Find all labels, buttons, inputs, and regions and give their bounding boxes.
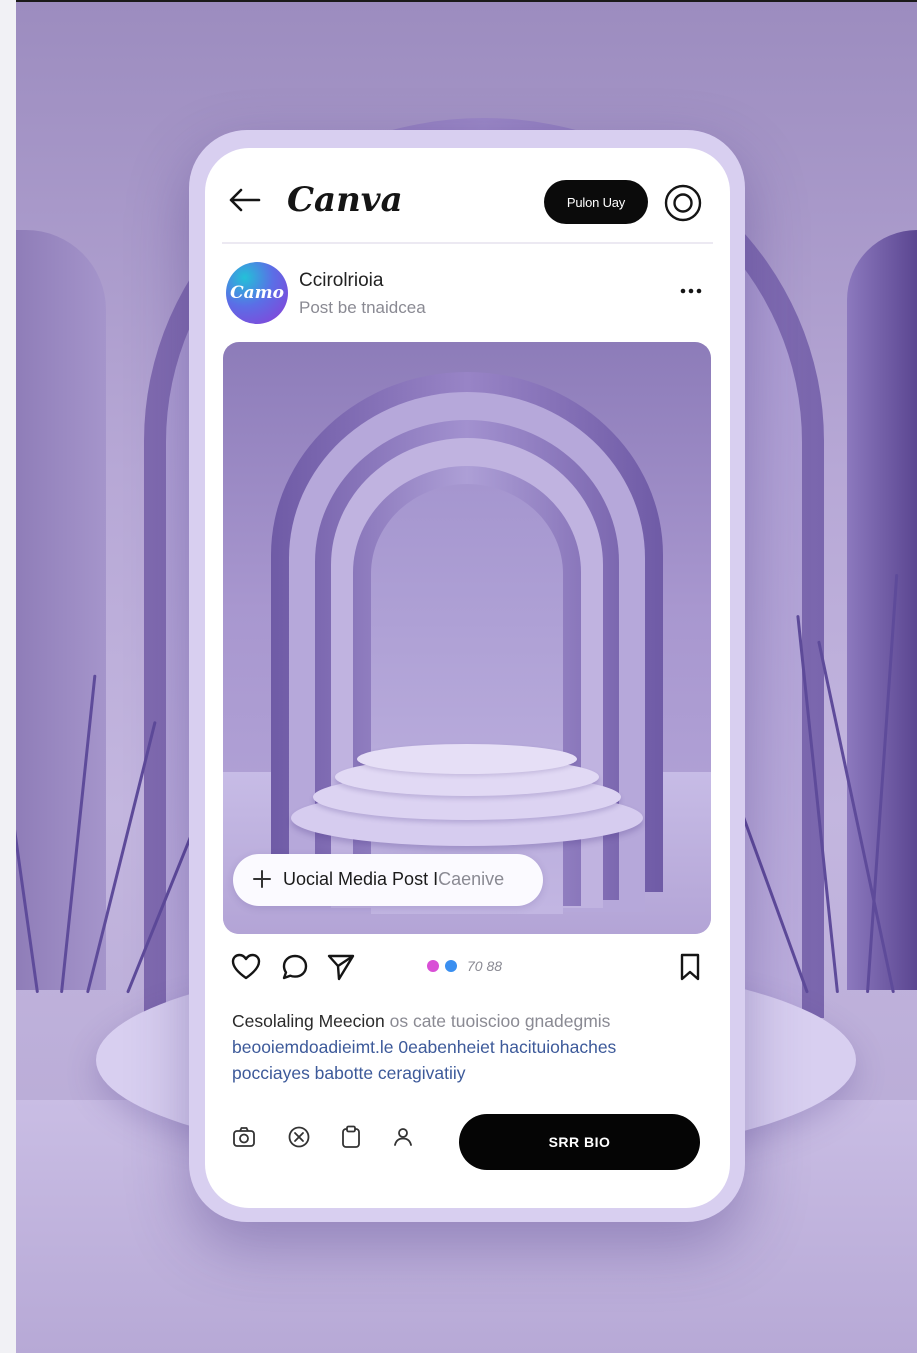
share-button[interactable]: SRR BIO	[459, 1114, 700, 1170]
top-edge-line	[16, 0, 917, 2]
header-divider	[222, 242, 713, 244]
clipboard-icon[interactable]	[338, 1124, 364, 1150]
post-image[interactable]	[223, 342, 711, 934]
app-header: Canva Pulon Uay	[205, 148, 730, 244]
send-icon[interactable]	[326, 952, 356, 982]
reaction-count: 70 88	[467, 958, 503, 974]
post-tag-label: Uocial Media Post ICaenive	[283, 869, 504, 890]
publish-button[interactable]: Pulon Uay	[544, 180, 648, 224]
caption-line-2: beooiemdoadieimt.le 0eabenheiet hacituio…	[232, 1037, 617, 1057]
post-tag-pill[interactable]: Uocial Media Post ICaenive	[233, 854, 543, 906]
account-name[interactable]: Ccirolrioia	[299, 270, 383, 292]
caption-line-1: Cesolaling Meecion os cate tuoiscioo gna…	[232, 1008, 702, 1034]
phone-screen: Canva Pulon Uay Camo Ccirolrioia Post be…	[205, 148, 730, 1208]
circle-x-icon[interactable]	[286, 1124, 312, 1150]
caption-line-1-main: Cesolaling Meecion	[232, 1011, 385, 1031]
left-edge-panel	[0, 0, 17, 1353]
backdrop-left-wall	[16, 230, 106, 990]
image-step	[357, 744, 577, 774]
app-logo: Canva	[287, 180, 403, 220]
circle-target-icon[interactable]	[663, 183, 703, 223]
more-dots-icon[interactable]	[679, 282, 703, 300]
post-tag-main: Uocial Media Post I	[283, 869, 439, 889]
avatar[interactable]: Camo	[226, 262, 288, 324]
backdrop-right-wall	[847, 230, 917, 990]
heart-icon[interactable]	[231, 952, 261, 982]
account-subtitle: Post be tnaidcea	[299, 298, 426, 317]
arrow-left-icon[interactable]	[227, 186, 263, 214]
caption-line-3: pocciayes babotte ceragivatiiy	[232, 1063, 466, 1083]
user-icon[interactable]	[390, 1124, 416, 1150]
reaction-dot-blue	[445, 960, 457, 972]
plus-icon	[253, 870, 271, 888]
post-caption: Cesolaling Meecion os cate tuoiscioo gna…	[232, 1008, 702, 1086]
post-actions: 70 88	[205, 946, 730, 990]
camera-icon[interactable]	[231, 1124, 257, 1150]
post-header: Camo Ccirolrioia Post be tnaidcea	[205, 256, 730, 332]
caption-line-1-light: os cate tuoiscioo gnadegmis	[389, 1011, 611, 1031]
image-arch-3-inner	[371, 484, 563, 914]
comment-bubble-icon[interactable]	[280, 952, 310, 982]
post-tag-sub: Caenive	[438, 869, 505, 889]
reaction-dot-pink	[427, 960, 439, 972]
bookmark-icon[interactable]	[675, 952, 705, 982]
bottom-toolbar: SRR BIO	[205, 1108, 730, 1172]
